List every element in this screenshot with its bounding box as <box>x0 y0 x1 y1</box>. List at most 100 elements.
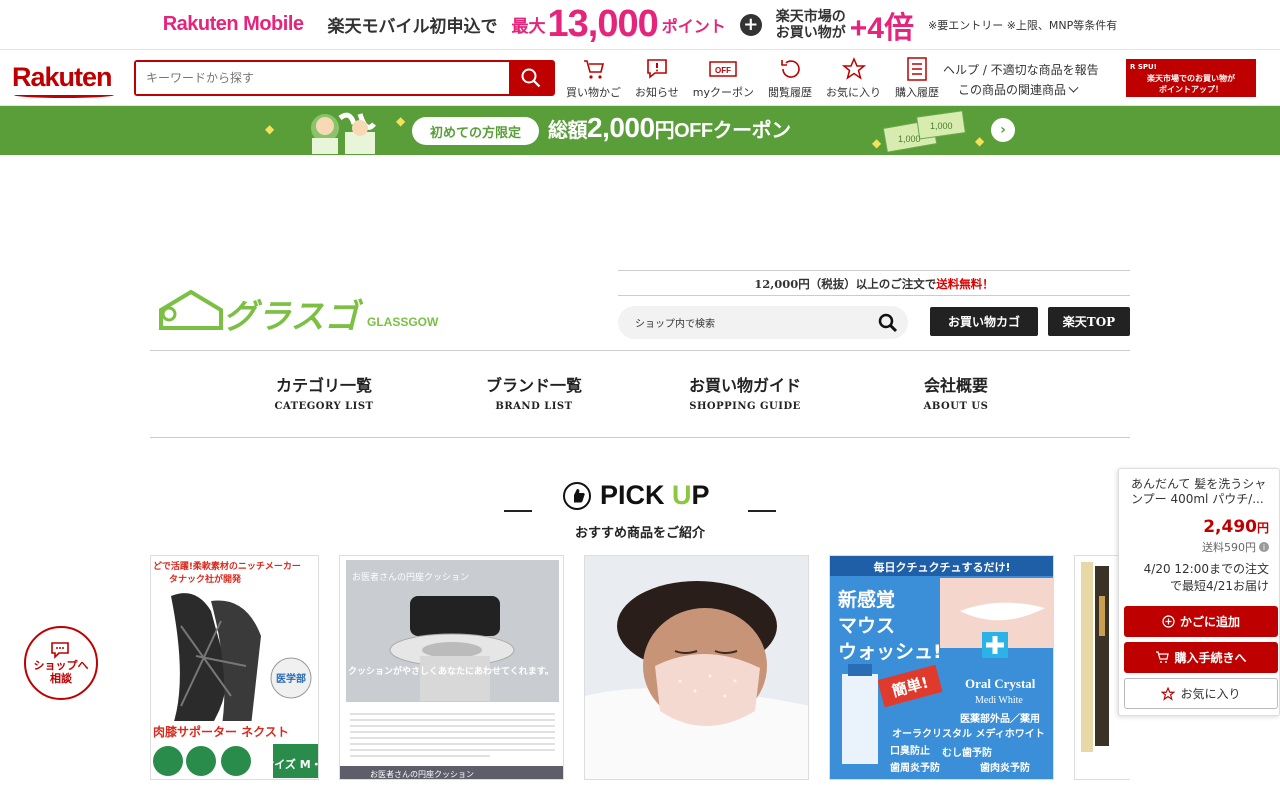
info-icon[interactable]: i <box>1259 542 1269 552</box>
pickup-title-b: P <box>691 480 710 510</box>
cart-icon <box>583 60 604 79</box>
mouthwash-headline2: マウス <box>838 615 895 637</box>
coupon-headline: 総額2,000円OFFクーポン <box>548 112 791 144</box>
coupon-suffix: 円OFFクーポン <box>654 120 792 142</box>
purchase-history-icon <box>907 57 927 81</box>
shop-search-placeholder: ショップ内で検索 <box>635 319 715 330</box>
cushion-caption: クッションがやさしくあなたにあわせてくれます。 <box>348 665 554 677</box>
nav-history[interactable]: 閲覧履歴 <box>768 56 812 100</box>
shipping-prefix: 12,000円（税抜）以上のご注文で <box>754 277 937 291</box>
history-icon <box>781 60 800 78</box>
heading-dash <box>748 510 776 512</box>
cart-icon <box>1156 651 1170 663</box>
chevron-right-icon[interactable]: › <box>991 118 1015 142</box>
add-to-cart-label: かごに追加 <box>1179 615 1240 629</box>
cushion-bottom: お医者さんの円座クッション <box>370 769 474 779</box>
shop-header: グラスゴ GLASSGOW 12,000円（税抜）以上のご注文で送料無料！ ショ… <box>150 270 1130 438</box>
checkout-button[interactable]: 購入手続きへ <box>1124 642 1278 673</box>
shipping-fee-text: 送料590円 <box>1202 541 1256 554</box>
pickup-title-a: PICK <box>600 480 673 510</box>
shipping-fee: 送料590円 i <box>1202 539 1269 555</box>
global-header: Rakuten 買い物かご お知らせ OFF myクーポン 閲覧履歴 お気に入り <box>0 50 1280 106</box>
pickup-title-u: U <box>672 480 692 510</box>
nav-purchase-history[interactable]: 購入履歴 <box>895 56 939 100</box>
coupon-icon: OFF <box>709 61 738 77</box>
promo-points-unit: ポイント <box>661 16 726 36</box>
shop-nav-jp: カテゴリ一覧 <box>275 376 372 395</box>
shop-nav-guide[interactable]: お買い物ガイド SHOPPING GUIDE <box>645 372 845 412</box>
sparkle-icon: ◆ <box>975 134 985 148</box>
plus-icon: + <box>739 13 762 36</box>
pickup-section-heading: PICK UP おすすめ商品をご紹介 <box>500 478 780 548</box>
rakuten-logo[interactable]: Rakuten <box>12 62 113 93</box>
price-value: 2,490 <box>1203 517 1257 537</box>
mouthwash-benefit2: むし歯予防 <box>942 746 992 759</box>
mouthwash-headline3: ウォッシュ! <box>838 641 942 663</box>
shop-nav-jp: ブランド一覧 <box>485 376 582 395</box>
search-icon[interactable] <box>878 313 898 333</box>
product-card-knee-support[interactable]: どで活躍!柔軟素材のニッチメーカー タナック社が開発 医学部 肉膝サポーター ネ… <box>150 555 319 780</box>
help-link[interactable]: ヘルプ / 不適切な商品を報告 <box>943 60 1099 80</box>
chat-label-line1: ショップへ <box>33 659 89 672</box>
favorite-button[interactable]: お気に入り <box>1124 678 1278 709</box>
related-products-link[interactable]: この商品の関連商品 <box>943 80 1099 100</box>
shipping-free: 送料無料！ <box>936 277 994 291</box>
nav-notifications[interactable]: お知らせ <box>635 56 679 100</box>
product-title[interactable]: あんだんて 髪を洗うシャンプー 400ml パウチ/... <box>1131 477 1277 507</box>
promo-market-line2: お買い物が <box>775 24 846 41</box>
search-button[interactable] <box>509 62 553 94</box>
spu-line2: ポイントアップ！ <box>1159 85 1223 94</box>
shop-nav-en: ABOUT US <box>923 401 989 412</box>
favorite-label: お気に入り <box>1180 687 1241 701</box>
mouthwash-product-jp: オーラクリスタル メディホワイト <box>892 727 1045 740</box>
mobile-promo-banner[interactable]: Rakuten Mobile 楽天モバイル初申込で 最大 13,000 ポイント… <box>0 0 1280 50</box>
spu-banner[interactable]: R SPU! 楽天市場でのお買い物が ポイントアップ！ <box>1126 59 1256 97</box>
spu-line1: 楽天市場でのお買い物が <box>1147 74 1235 83</box>
mouthwash-category: 医薬部外品／薬用 <box>960 712 1040 725</box>
bill-label: 1,000 <box>930 121 953 131</box>
svg-text:医学部: 医学部 <box>276 672 306 685</box>
glassgow-logo[interactable]: グラスゴ GLASSGOW <box>155 288 455 333</box>
global-search <box>134 60 555 96</box>
product-card-seat-cushion[interactable]: お医者さんの円座クッション クッションがやさしくあなたにあわせてくれます。 お医… <box>339 555 564 780</box>
shop-nav-category[interactable]: カテゴリ一覧 CATEGORY LIST <box>224 372 424 412</box>
knee-product-title: 肉膝サポーター ネクスト <box>153 724 289 739</box>
delivery-line2: で最短4/21お届け <box>1170 579 1269 593</box>
chat-icon <box>51 642 69 659</box>
sparkle-icon: ◆ <box>265 122 275 136</box>
add-to-cart-button[interactable]: かごに追加 <box>1124 606 1278 637</box>
free-shipping-notice: 12,000円（税抜）以上のご注文で送料無料！ <box>618 270 1130 296</box>
coupon-banner[interactable]: ◆ ◆ ◆ ◆ 初めての方限定 総額2,000円OFFクーポン 1,000 1,… <box>0 106 1280 155</box>
pickup-title: PICK UP <box>562 480 710 511</box>
shop-cart-button[interactable]: お買い物カゴ <box>930 307 1038 336</box>
bill-label: 1,000 <box>898 134 921 144</box>
promo-market-line1: 楽天市場の <box>775 8 846 25</box>
promo-note: ※要エントリー ※上限、MNP等条件有 <box>927 18 1118 32</box>
shop-nav-brand[interactable]: ブランド一覧 BRAND LIST <box>434 372 634 412</box>
nav-history-label: 閲覧履歴 <box>768 86 813 99</box>
coupon-prefix: 総額 <box>548 120 588 142</box>
shop-nav-about[interactable]: 会社概要 ABOUT US <box>856 372 1056 412</box>
shop-chat-button[interactable]: ショップへ 相談 <box>24 626 98 700</box>
knee-support-image: どで活躍!柔軟素材のニッチメーカー タナック社が開発 医学部 肉膝サポーター ネ… <box>151 556 319 779</box>
money-bills-illustration: 1,000 1,000 <box>882 110 966 152</box>
shop-nav-en: SHOPPING GUIDE <box>689 401 801 412</box>
nav-favorites[interactable]: お気に入り <box>826 56 881 100</box>
shop-nav-en: BRAND LIST <box>495 401 573 412</box>
product-card-mouthwash[interactable]: 毎日クチュクチュするだけ! 新感覚 マウス ウォッシュ! 簡単! Oral Cr… <box>829 555 1054 780</box>
logo-swoosh <box>14 92 114 98</box>
cushion-title: お医者さんの円座クッション <box>352 571 469 583</box>
product-price: 2,490円 <box>1203 517 1269 537</box>
knee-size: サイズ M・L <box>263 757 319 771</box>
nav-purchase-history-label: 購入履歴 <box>895 86 940 99</box>
nav-coupon[interactable]: OFF myクーポン <box>693 56 754 100</box>
rakuten-top-button[interactable]: 楽天TOP <box>1048 307 1130 336</box>
delivery-line1: 4/20 12:00までの注文 <box>1143 562 1269 576</box>
thumbs-up-icon <box>563 481 591 510</box>
product-card-sleep-mask[interactable] <box>584 555 809 780</box>
notification-icon <box>647 59 667 79</box>
nav-cart[interactable]: 買い物かご <box>566 56 621 100</box>
coupon-amount: 2,000 <box>587 112 655 143</box>
shop-search-input[interactable]: ショップ内で検索 <box>618 306 908 339</box>
search-input[interactable] <box>136 62 509 94</box>
